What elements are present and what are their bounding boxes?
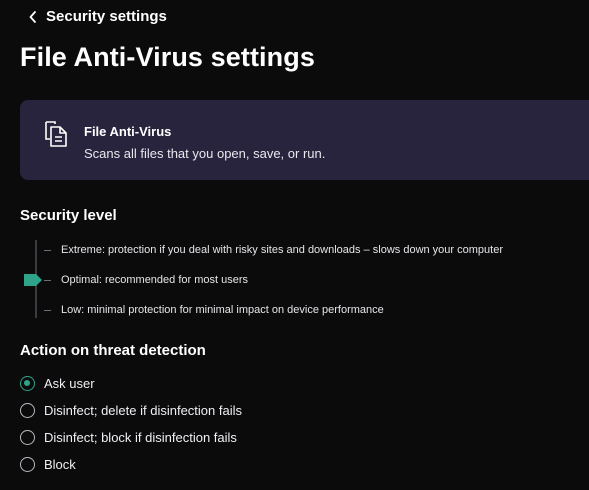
- level-name: Low:: [61, 304, 85, 316]
- card-title: File Anti-Virus: [84, 124, 172, 139]
- file-antivirus-settings-page: Security settings File Anti-Virus settin…: [0, 0, 589, 490]
- level-description: minimal protection for minimal impact on…: [87, 304, 384, 316]
- security-level-low[interactable]: Low: minimal protection for minimal impa…: [44, 304, 384, 316]
- radio-label: Disinfect; block if disinfection fails: [44, 430, 237, 445]
- level-description: recommended for most users: [104, 274, 249, 286]
- slider-tick: [44, 309, 51, 311]
- back-label: Security settings: [46, 8, 167, 25]
- radio-ask-user[interactable]: Ask user: [20, 376, 95, 391]
- radio-label: Ask user: [44, 376, 95, 391]
- security-level-optimal[interactable]: Optimal: recommended for most users: [44, 274, 248, 286]
- level-description: protection if you deal with risky sites …: [108, 244, 503, 256]
- security-level-heading: Security level: [20, 207, 117, 224]
- radio-label: Block: [44, 457, 76, 472]
- file-copy-icon: [43, 120, 69, 148]
- action-heading: Action on threat detection: [20, 342, 206, 359]
- radio-button[interactable]: [20, 457, 35, 472]
- radio-disinfect-block[interactable]: Disinfect; block if disinfection fails: [20, 430, 237, 445]
- radio-disinfect-delete[interactable]: Disinfect; delete if disinfection fails: [20, 403, 242, 418]
- slider-tick: [44, 279, 51, 281]
- security-level-slider-thumb[interactable]: [24, 273, 42, 286]
- component-info-card: File Anti-Virus Scans all files that you…: [20, 100, 589, 180]
- security-level-extreme[interactable]: Extreme: protection if you deal with ris…: [44, 244, 503, 256]
- page-title: File Anti-Virus settings: [20, 42, 315, 72]
- back-button[interactable]: Security settings: [28, 8, 167, 25]
- level-name: Optimal:: [61, 274, 102, 286]
- radio-button[interactable]: [20, 403, 35, 418]
- radio-block[interactable]: Block: [20, 457, 76, 472]
- chevron-left-icon: [28, 10, 38, 24]
- slider-tick: [44, 249, 51, 251]
- radio-button-checked[interactable]: [20, 376, 35, 391]
- radio-label: Disinfect; delete if disinfection fails: [44, 403, 242, 418]
- radio-button[interactable]: [20, 430, 35, 445]
- card-description: Scans all files that you open, save, or …: [84, 146, 326, 161]
- level-name: Extreme:: [61, 244, 106, 256]
